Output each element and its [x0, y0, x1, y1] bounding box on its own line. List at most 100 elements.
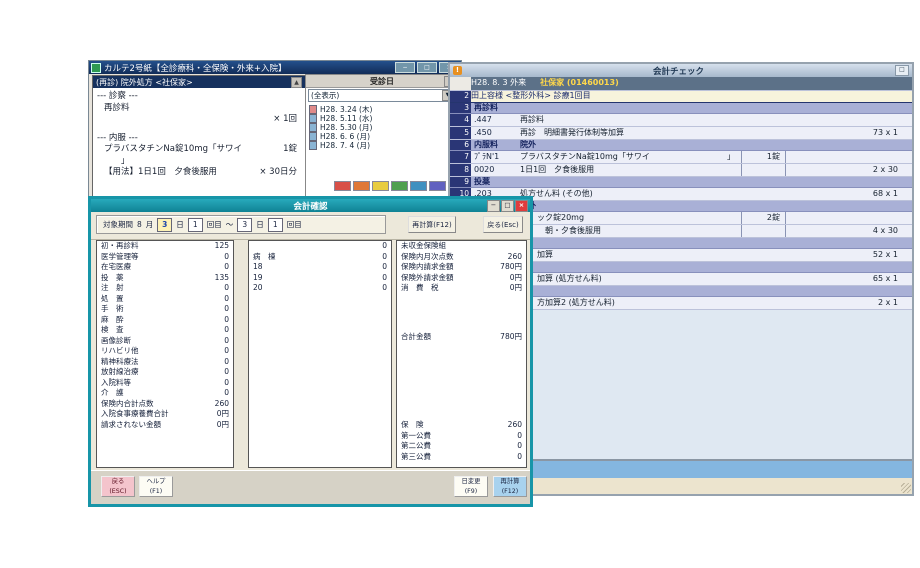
- billing-value: 780円: [500, 262, 522, 273]
- karte-entry-header[interactable]: (再診) 院外処方 <社保家> ▲: [93, 76, 305, 88]
- karte-window: カルテ2号紙【全診療科・全保険・外来+入院】 − □ × (再診) 院外処方 <…: [88, 60, 462, 207]
- day-to-input[interactable]: 3: [237, 218, 252, 232]
- color-tab-button[interactable]: [429, 181, 446, 191]
- fee-value: 0: [224, 388, 229, 399]
- help-button[interactable]: ヘルプ (F1): [139, 476, 173, 497]
- color-tab-button[interactable]: [353, 181, 370, 191]
- fee-value: 0: [224, 262, 229, 273]
- billing-row: 保険内請求金額 780円: [397, 262, 526, 273]
- billing-value: 0円: [510, 273, 522, 284]
- billing-label: 保険外請求金額: [401, 273, 454, 284]
- color-tab-button[interactable]: [334, 181, 351, 191]
- unit-cell: 1錠: [741, 151, 785, 163]
- karte-line: 」: [97, 156, 301, 168]
- footer-button-bar: 戻る (ESC) ヘルプ (F1) 日変更 (F9) 再計算 (F12): [91, 470, 530, 504]
- charge-row[interactable]: 5 .450 再診 明細書発行体制等加算 73 x 1: [450, 127, 912, 140]
- row-number: 8: [450, 164, 471, 176]
- fee-label: 画像診断: [101, 336, 131, 347]
- item-text-cell: [537, 238, 743, 248]
- charge-row[interactable]: 7 ﾌﾟﾗN'1 プラバスタチンNa錠10mg「サワイ 」 1錠: [450, 151, 912, 164]
- charge-row[interactable]: 4 .447 再診料: [450, 114, 912, 127]
- unit-cell: [743, 114, 786, 126]
- fee-label: 初・再診料: [101, 241, 139, 252]
- charge-row[interactable]: 8 0020 1日1回 夕食後服用 2 x 30: [450, 164, 912, 177]
- fee-value: 0円: [217, 420, 229, 431]
- insurance-row: 保 険 260: [397, 420, 526, 431]
- item-text-cell: 朝・夕食後服用: [537, 225, 741, 237]
- item-text-cell: 方加算2 (処方せん料): [537, 297, 743, 309]
- item-text: 1日1回 夕食後服用: [520, 164, 594, 176]
- day-from-input[interactable]: 3: [157, 218, 172, 232]
- item-text-cell: [537, 286, 743, 296]
- charge-row[interactable]: 6 内服料 院外: [450, 140, 912, 151]
- ward-row: 病 棟 0: [249, 252, 391, 263]
- fee-row: 麻 酔 0: [97, 315, 233, 326]
- item-text: 加算: [537, 249, 553, 261]
- maximize-icon[interactable]: □: [417, 62, 437, 73]
- item-code: ﾌﾟﾗN'1: [471, 151, 520, 163]
- karte-titlebar[interactable]: カルテ2号紙【全診療科・全保険・外来+入院】 − □ ×: [89, 61, 461, 74]
- accounting-confirm-titlebar[interactable]: 会計確認 − □ ×: [91, 199, 530, 212]
- back-button[interactable]: 戻る (ESC): [101, 476, 135, 497]
- billing-label: 未収金保険組: [401, 241, 446, 252]
- unit-cell: [743, 297, 786, 309]
- row-number: 2: [450, 91, 471, 102]
- billing-summary-panel: 未収金保険組 保険内月次点数 260 保険内請求金額 780円 保険外請求金額 …: [396, 240, 527, 468]
- close-icon[interactable]: ×: [515, 200, 528, 212]
- fee-value: 125: [215, 241, 229, 252]
- fee-row: 医学管理等 0: [97, 252, 233, 263]
- resize-grip[interactable]: [901, 483, 911, 493]
- unit-cell: [743, 273, 786, 285]
- fee-row: 画像診断 0: [97, 336, 233, 347]
- karte-line: --- 内服 ---: [97, 133, 301, 145]
- karte-entry-body: --- 診察 --- 再診料 × 1回 --- 内服 --- プラバスタチンNa…: [93, 88, 305, 182]
- visit-filter-select[interactable]: (全表示) ▼: [308, 89, 456, 102]
- item-text-cell: プラバスタチンNa錠10mg「サワイ 」: [520, 151, 741, 163]
- charge-row[interactable]: H28. 8. 3 外来 社保家 (01460013): [450, 77, 912, 91]
- ward-label: 病 棟: [253, 252, 276, 263]
- document-icon: [309, 141, 317, 150]
- period-count-unit2: 回目: [287, 219, 302, 230]
- back-button[interactable]: 戻る(Esc): [483, 216, 523, 233]
- color-tab-button[interactable]: [410, 181, 427, 191]
- ward-row: 20 0: [249, 283, 391, 294]
- unit-cell: [743, 262, 786, 272]
- maximize-icon[interactable]: □: [501, 200, 514, 212]
- scroll-up-icon[interactable]: ▲: [291, 77, 302, 88]
- billing-label: 保険内請求金額: [401, 262, 454, 273]
- visit-date-item[interactable]: H28. 7. 4 (月): [309, 141, 455, 150]
- ward-value: 0: [382, 241, 387, 252]
- unit-cell: [743, 238, 786, 248]
- restore-icon[interactable]: □: [895, 65, 909, 76]
- date-change-button[interactable]: 日変更 (F9): [454, 476, 488, 497]
- charge-row[interactable]: 3 再診料: [450, 103, 912, 114]
- count-from-input[interactable]: 1: [188, 218, 203, 232]
- period-day-unit: 日: [176, 219, 184, 230]
- fee-label: 在宅医療: [101, 262, 131, 273]
- color-tab-button[interactable]: [391, 181, 408, 191]
- recalculate-button[interactable]: 再計算(F12): [408, 216, 456, 233]
- billing-top-rows: 未収金保険組 保険内月次点数 260 保険内請求金額 780円 保険外請求金額 …: [397, 241, 526, 294]
- fee-row: 保険内合計点数 260: [97, 399, 233, 410]
- color-tab-button[interactable]: [372, 181, 389, 191]
- window-controls: − □ ×: [487, 200, 528, 212]
- fee-category-panel: 初・再診料 125 医学管理等 0 在宅医療 0 投 薬 135 注 射 0 処…: [96, 240, 234, 468]
- insurance-label: 第三公費: [401, 452, 431, 463]
- fee-row: 初・再診料 125: [97, 241, 233, 252]
- minimize-icon[interactable]: −: [395, 62, 415, 73]
- count-to-input[interactable]: 1: [268, 218, 283, 232]
- item-text-cell: [520, 177, 743, 187]
- ward-row: 19 0: [249, 273, 391, 284]
- charge-row[interactable]: 2 田上容様 <整形外科> 診療1回目: [450, 91, 912, 103]
- period-group: 対象期間 8 月 3 日 1 回目 ～ 3 日 1 回目: [96, 215, 386, 234]
- accounting-check-titlebar[interactable]: ! 会計チェック □: [450, 64, 912, 78]
- fee-value: 0: [224, 336, 229, 347]
- item-text: ック錠20mg: [537, 212, 584, 224]
- fee-row: 放射線治療 0: [97, 367, 233, 378]
- fee-row: 入院食事療養費合計 0円: [97, 409, 233, 420]
- item-text-cell: 院外: [520, 201, 743, 211]
- charge-row[interactable]: 9 投薬: [450, 177, 912, 188]
- accounting-check-title: 会計チェック: [465, 65, 892, 77]
- minimize-icon[interactable]: −: [487, 200, 500, 212]
- recalculate-button[interactable]: 再計算 (F12): [493, 476, 527, 497]
